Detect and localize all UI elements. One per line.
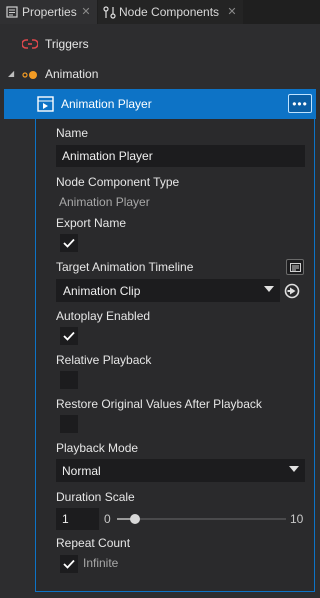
more-options-button[interactable]: •••	[288, 94, 312, 113]
node-components-icon	[102, 5, 116, 19]
tree-item-animation[interactable]: ◢ Animation	[0, 59, 320, 89]
duration-scale-slider-track[interactable]	[117, 518, 286, 520]
node-component-type-label: Node Component Type	[56, 175, 180, 189]
triggers-icon	[21, 37, 39, 51]
relative-playback-checkbox[interactable]	[60, 371, 78, 389]
checkmark-icon	[63, 238, 75, 248]
duration-scale-max: 10	[290, 512, 304, 526]
tab-properties[interactable]: Properties ✕	[0, 0, 97, 24]
go-to-timeline-icon[interactable]	[284, 283, 300, 299]
duration-scale-label: Duration Scale	[56, 490, 135, 504]
duration-scale-input[interactable]: 1	[56, 508, 99, 530]
export-name-checkbox[interactable]	[60, 234, 78, 252]
tree-item-animation-label: Animation	[45, 67, 99, 81]
relative-playback-label: Relative Playback	[56, 353, 152, 367]
duration-scale-min: 0	[104, 512, 111, 526]
target-animation-timeline-select[interactable]: Animation Clip	[56, 279, 280, 302]
close-icon[interactable]: ✕	[80, 5, 92, 18]
repeat-infinite-checkbox[interactable]	[60, 555, 78, 573]
target-animation-timeline-label: Target Animation Timeline	[56, 260, 194, 274]
tab-node-components-label: Node Components	[119, 5, 220, 19]
tab-properties-label: Properties	[22, 5, 77, 19]
tab-bar: Properties ✕ Node Components ✕	[0, 0, 320, 24]
animation-icon	[22, 69, 38, 79]
playback-mode-select[interactable]: Normal	[56, 459, 305, 482]
tree-item-animation-player-label: Animation Player	[61, 97, 152, 111]
repeat-infinite-label: Infinite	[83, 556, 119, 570]
chevron-down-icon	[264, 286, 274, 292]
checkmark-icon	[63, 559, 75, 569]
properties-icon	[5, 5, 19, 19]
timeline-editor-icon[interactable]	[286, 259, 304, 275]
playback-mode-value: Normal	[62, 463, 101, 478]
expand-arrow-icon[interactable]: ◢	[8, 70, 16, 78]
duration-scale-slider-thumb[interactable]	[130, 514, 140, 524]
autoplay-enabled-label: Autoplay Enabled	[56, 309, 151, 323]
chevron-down-icon	[289, 466, 299, 472]
close-icon[interactable]: ✕	[226, 5, 238, 18]
tree-item-animation-player[interactable]: Animation Player •••	[4, 89, 316, 119]
node-component-type-value: Animation Player	[59, 195, 150, 209]
autoplay-enabled-checkbox[interactable]	[60, 327, 78, 345]
restore-original-values-label: Restore Original Values After Playback	[56, 397, 262, 411]
repeat-count-label: Repeat Count	[56, 536, 131, 550]
restore-original-values-checkbox[interactable]	[60, 415, 78, 433]
tree-item-triggers[interactable]: Triggers	[0, 29, 320, 59]
name-label: Name	[56, 126, 89, 140]
tab-node-components[interactable]: Node Components ✕	[98, 0, 243, 24]
name-input[interactable]: Animation Player	[56, 145, 305, 167]
target-animation-timeline-value: Animation Clip	[63, 283, 141, 298]
animation-player-icon	[37, 96, 54, 112]
tree-item-triggers-label: Triggers	[45, 37, 89, 51]
checkmark-icon	[63, 331, 75, 341]
export-name-label: Export Name	[56, 216, 127, 230]
playback-mode-label: Playback Mode	[56, 441, 139, 455]
